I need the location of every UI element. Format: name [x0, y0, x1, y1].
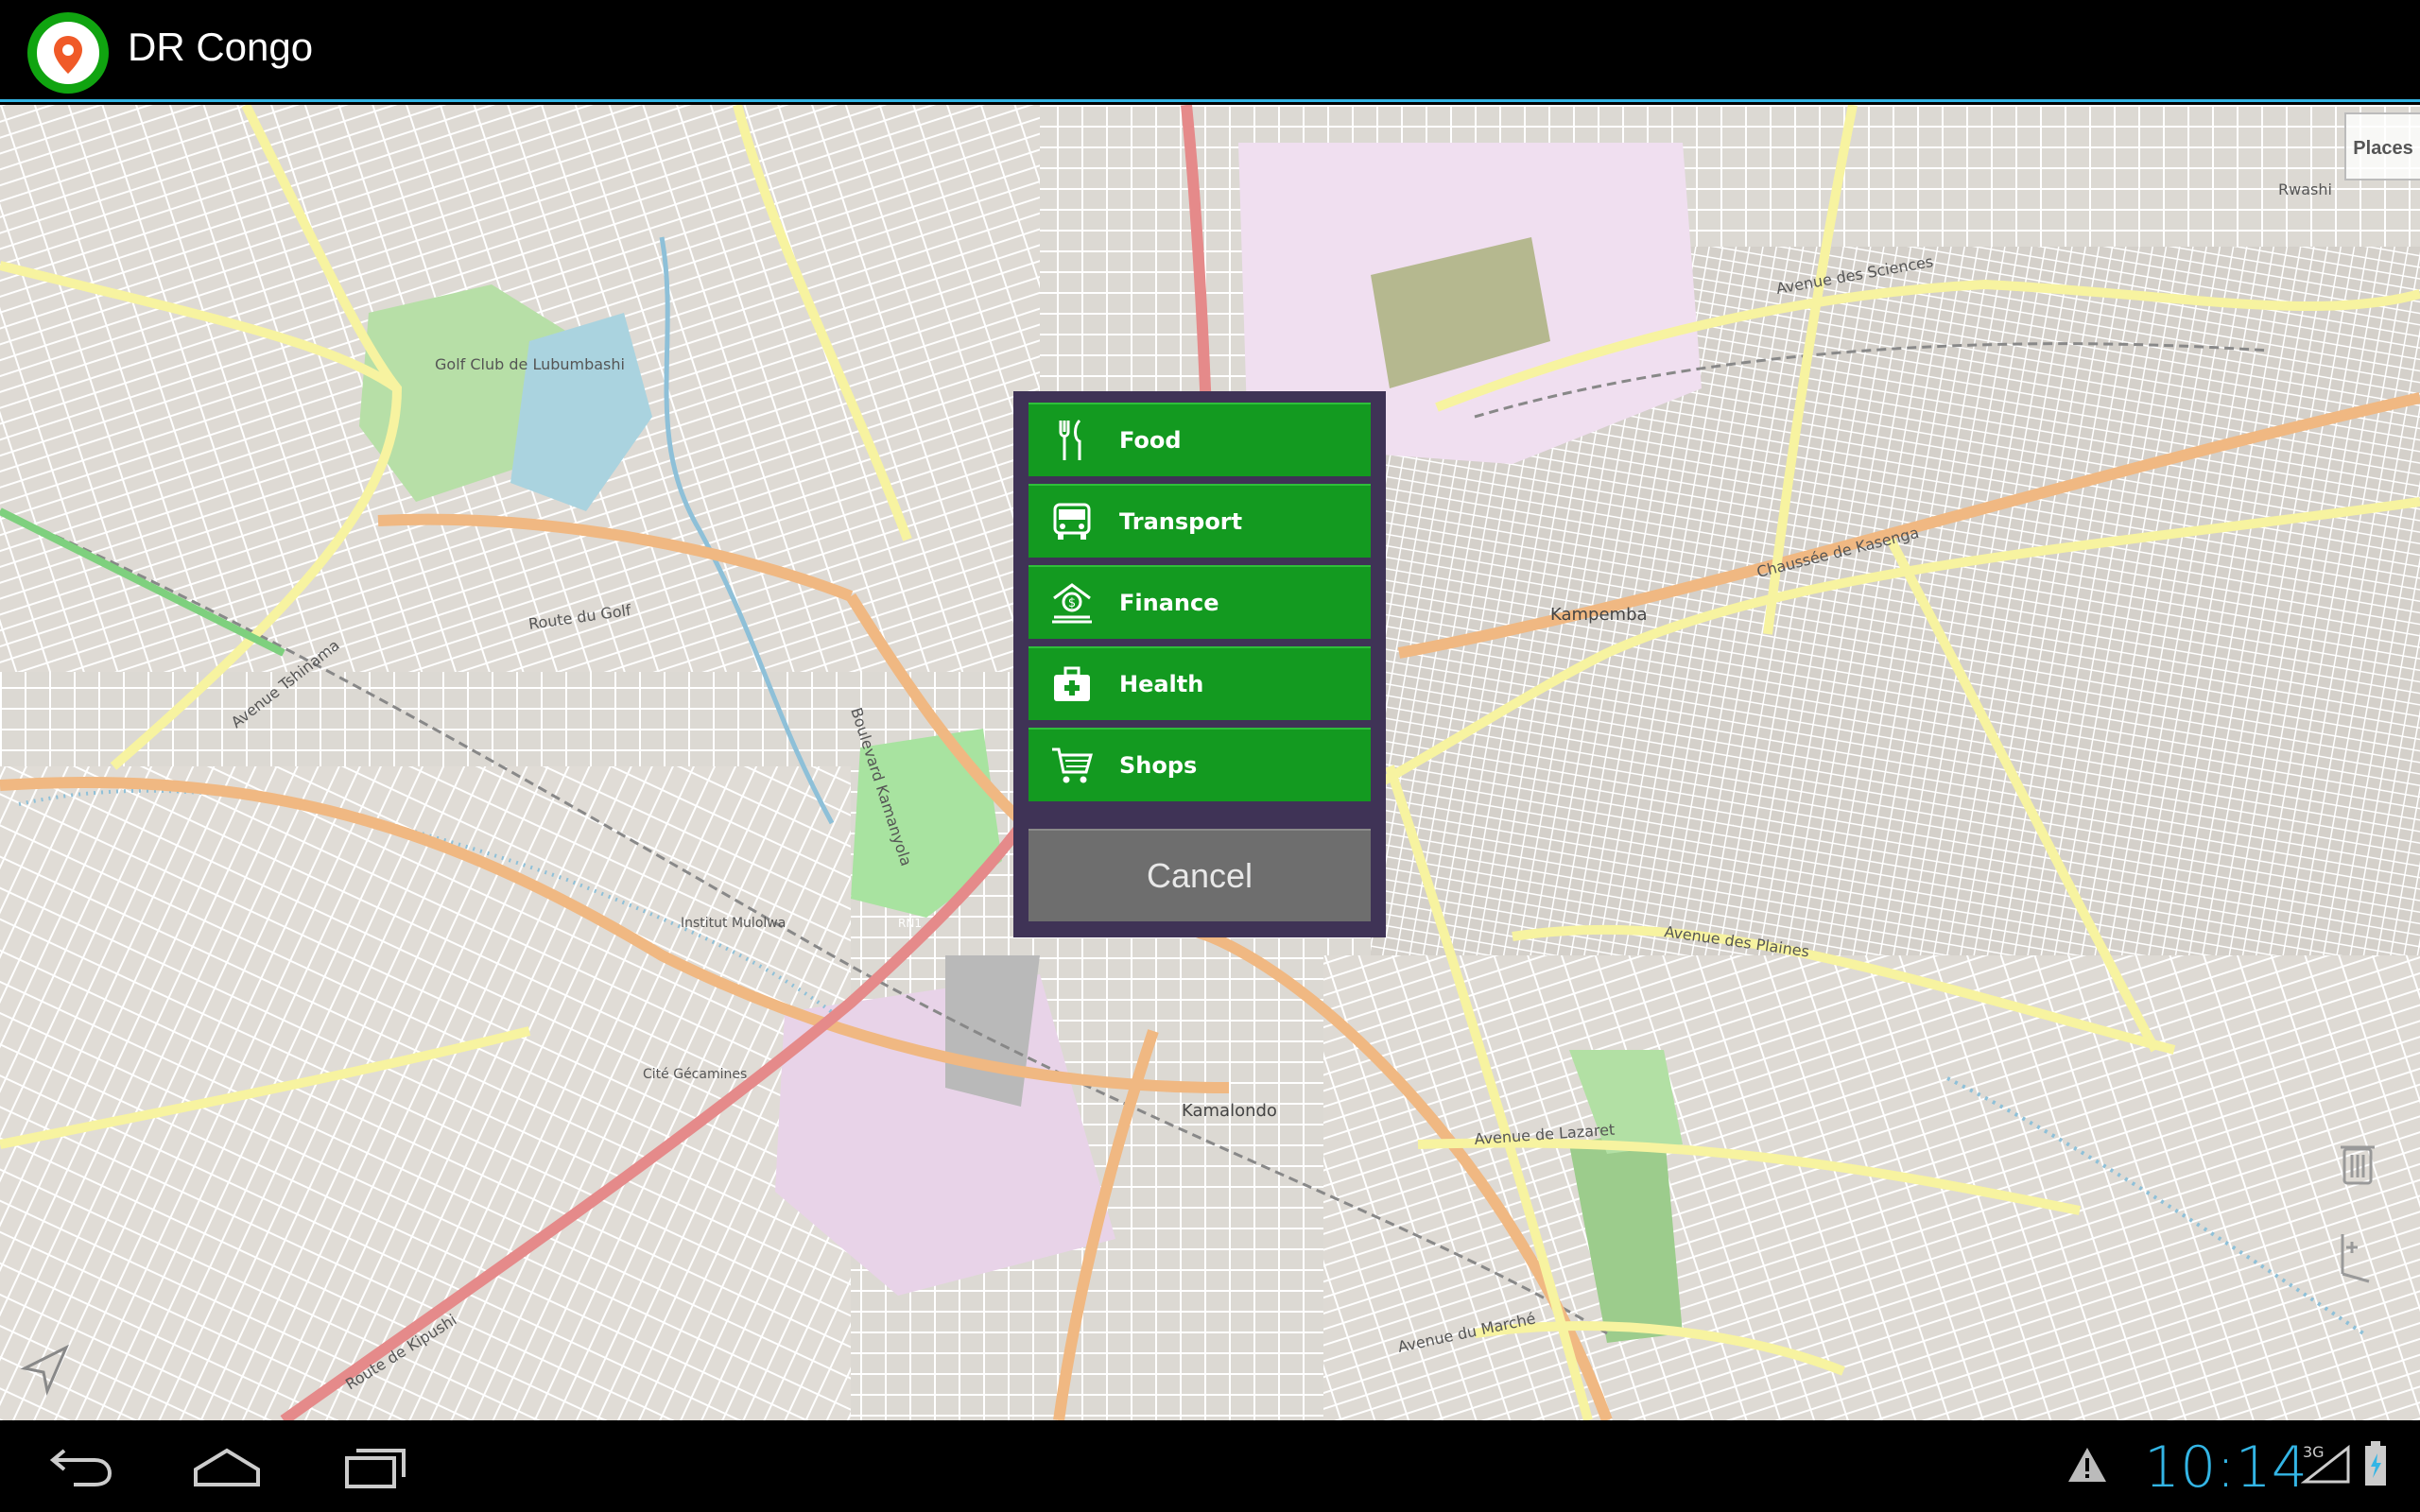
first-aid-kit-icon	[1047, 660, 1097, 709]
menu-label-health: Health	[1119, 671, 1204, 697]
signal-icon: 3G	[2300, 1442, 2354, 1489]
shopping-cart-icon	[1047, 741, 1097, 790]
cancel-button[interactable]: Cancel	[1028, 829, 1371, 921]
home-icon[interactable]	[184, 1441, 269, 1492]
menu-item-shops[interactable]: Shops	[1028, 728, 1371, 801]
recent-apps-icon[interactable]	[336, 1441, 421, 1492]
warning-icon	[2066, 1446, 2108, 1487]
clock: 10:14	[2144, 1435, 2308, 1501]
places-button[interactable]: Places	[2344, 112, 2420, 180]
svg-text:$: $	[1068, 596, 1076, 610]
action-bar: DR Congo	[0, 0, 2420, 102]
map-label-mulolwa: Institut Mulolwa	[681, 916, 786, 931]
menu-item-finance[interactable]: $ Finance	[1028, 565, 1371, 639]
map-label-kampemba: Kampemba	[1550, 605, 1648, 625]
map-pin-icon[interactable]	[27, 12, 109, 94]
fork-knife-icon	[1047, 416, 1097, 465]
category-dialog: Food Transport $ Finance Health Shops Ca…	[1013, 391, 1386, 937]
bank-icon: $	[1047, 578, 1097, 627]
back-icon[interactable]	[36, 1441, 121, 1492]
network-type: 3G	[2303, 1443, 2325, 1461]
menu-label-food: Food	[1119, 427, 1182, 454]
navigate-arrow-icon[interactable]	[17, 1340, 74, 1397]
add-marker-icon[interactable]	[2329, 1228, 2386, 1285]
system-nav-bar	[0, 1420, 2420, 1512]
menu-label-finance: Finance	[1119, 590, 1219, 616]
menu-label-transport: Transport	[1119, 508, 1243, 535]
trash-icon[interactable]	[2329, 1134, 2386, 1191]
bus-icon	[1047, 497, 1097, 546]
menu-item-health[interactable]: Health	[1028, 646, 1371, 720]
map-label-rn1: RN1	[898, 917, 922, 930]
map-label-rwashi: Rwashi	[2278, 180, 2332, 198]
map-label-gecamines: Cité Gécamines	[643, 1067, 747, 1082]
app-title: DR Congo	[128, 25, 314, 69]
menu-label-shops: Shops	[1119, 752, 1198, 779]
battery-icon	[2363, 1440, 2388, 1491]
menu-item-transport[interactable]: Transport	[1028, 484, 1371, 558]
menu-item-food[interactable]: Food	[1028, 403, 1371, 476]
map-label-golf: Golf Club de Lubumbashi	[435, 355, 625, 373]
map-label-kamalondo: Kamalondo	[1182, 1101, 1277, 1121]
